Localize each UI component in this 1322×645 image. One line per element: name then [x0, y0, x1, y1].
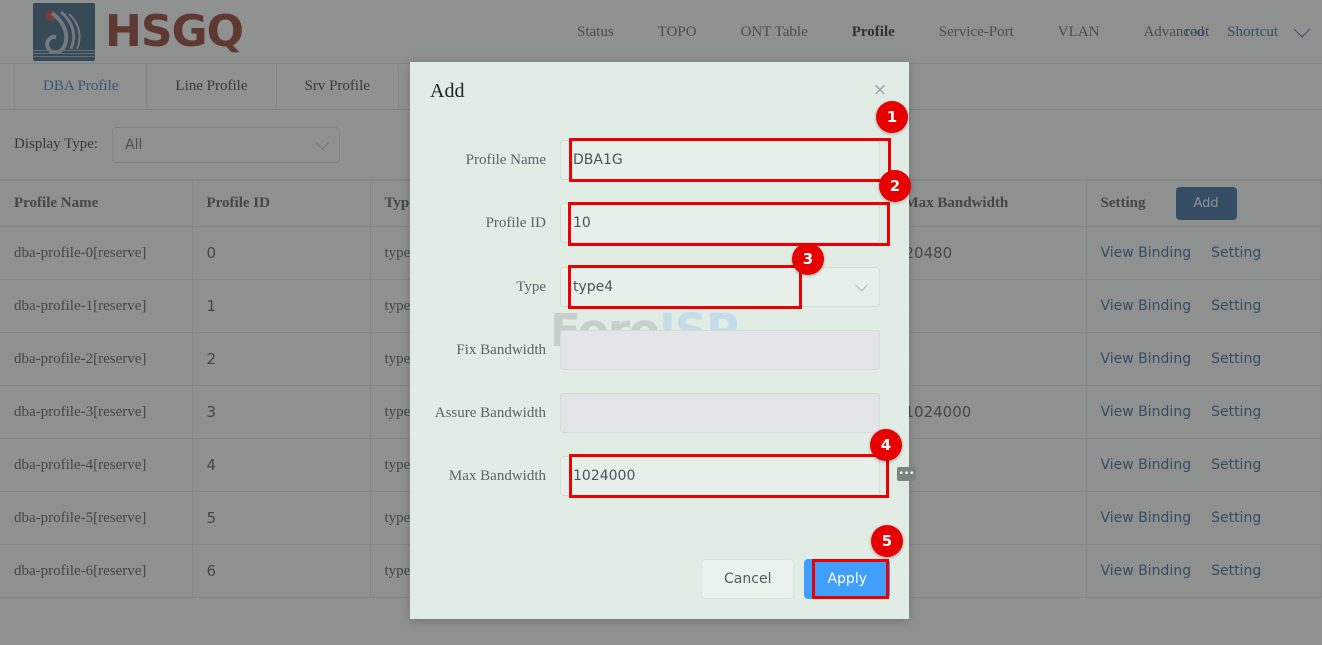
- annotation-badge-5: 5: [871, 525, 903, 557]
- annotation-badge-1: 1: [876, 101, 908, 133]
- profile-id-input[interactable]: 10: [560, 203, 880, 243]
- close-icon[interactable]: ×: [871, 82, 889, 100]
- app-root: HSGQ Status TOPO ONT Table Profile Servi…: [0, 0, 1322, 645]
- profile-id-label: Profile ID: [485, 214, 546, 231]
- profile-name-label: Profile Name: [465, 151, 546, 168]
- type-value: type4: [573, 279, 614, 295]
- field-row-fix-bandwidth: Fix Bandwidth: [410, 330, 880, 370]
- annotation-badge-3: 3: [792, 243, 824, 275]
- cancel-button[interactable]: Cancel: [701, 559, 795, 599]
- field-row-max-bandwidth: Max Bandwidth 1024000: [410, 456, 880, 496]
- field-row-profile-name: Profile Name DBA1G: [410, 140, 880, 180]
- apply-button[interactable]: Apply: [804, 559, 890, 599]
- max-bandwidth-label: Max Bandwidth: [448, 467, 546, 484]
- field-row-assure-bandwidth: Assure Bandwidth: [410, 393, 880, 433]
- profile-name-input[interactable]: DBA1G: [560, 140, 880, 180]
- fix-bandwidth-input: [560, 330, 880, 370]
- annotation-badge-4: 4: [870, 429, 902, 461]
- type-select[interactable]: type4: [560, 267, 880, 307]
- field-row-profile-id: Profile ID 10: [410, 203, 880, 243]
- type-label: Type: [516, 278, 546, 295]
- chevron-down-icon: [855, 278, 868, 292]
- assure-bandwidth-input: [560, 393, 880, 433]
- max-bandwidth-input[interactable]: 1024000: [560, 456, 880, 496]
- annotation-badge-2: 2: [879, 170, 911, 202]
- resize-tooltip: •••: [897, 467, 916, 481]
- add-profile-dialog: Add × ForoISP Profile Name DBA1G Profile…: [410, 62, 909, 619]
- assure-bandwidth-label: Assure Bandwidth: [434, 404, 546, 421]
- dialog-title: Add: [430, 80, 465, 102]
- fix-bandwidth-label: Fix Bandwidth: [456, 341, 546, 358]
- dialog-actions: Cancel Apply: [410, 559, 909, 599]
